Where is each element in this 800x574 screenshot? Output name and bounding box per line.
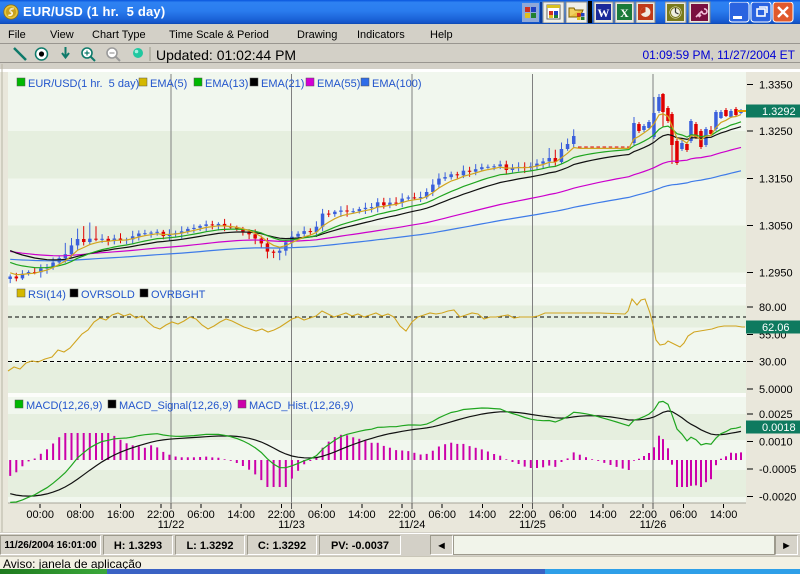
svg-text:14:00: 14:00 — [348, 509, 376, 521]
svg-text:MACD_Signal(12,26,9): MACD_Signal(12,26,9) — [119, 400, 232, 412]
svg-text:1.3250: 1.3250 — [759, 126, 793, 138]
svg-text:1.3292: 1.3292 — [762, 106, 796, 118]
svg-text:11/23: 11/23 — [278, 519, 305, 531]
svg-text:OVRBGHT: OVRBGHT — [151, 289, 206, 301]
svg-text:11/26: 11/26 — [640, 519, 667, 531]
svg-text:5.0000: 5.0000 — [759, 384, 793, 396]
svg-text:1.3050: 1.3050 — [759, 221, 793, 233]
svg-text:EMA(5): EMA(5) — [150, 78, 187, 90]
svg-text:80.00: 80.00 — [759, 302, 787, 314]
svg-text:-0.0020: -0.0020 — [759, 492, 796, 504]
svg-text:06:00: 06:00 — [428, 509, 456, 521]
svg-text:OVRSOLD: OVRSOLD — [81, 289, 135, 301]
svg-text:EUR/USD(1 hr. 5 day): EUR/USD(1 hr. 5 day) — [28, 78, 139, 90]
svg-text:11/25: 11/25 — [519, 519, 546, 531]
svg-text:11/22: 11/22 — [158, 519, 185, 531]
svg-text:06:00: 06:00 — [670, 509, 698, 521]
svg-text:RSI(14): RSI(14) — [28, 289, 66, 301]
svg-text:X: X — [620, 6, 629, 20]
svg-text:W: W — [598, 6, 610, 20]
svg-text:EMA(21): EMA(21) — [261, 78, 304, 90]
svg-text:1.3350: 1.3350 — [759, 80, 793, 92]
svg-text:62.06: 62.06 — [762, 322, 790, 334]
svg-text:14:00: 14:00 — [710, 509, 738, 521]
svg-text:00:00: 00:00 — [26, 509, 54, 521]
svg-text:EMA(13): EMA(13) — [205, 78, 248, 90]
svg-text:30.00: 30.00 — [759, 357, 787, 369]
svg-text:16:00: 16:00 — [107, 509, 135, 521]
svg-text:1.2950: 1.2950 — [759, 268, 793, 280]
svg-text:MACD_Hist.(12,26,9): MACD_Hist.(12,26,9) — [249, 400, 354, 412]
svg-text:06:00: 06:00 — [308, 509, 336, 521]
svg-text:14:00: 14:00 — [227, 509, 255, 521]
svg-text:EMA(100): EMA(100) — [372, 78, 422, 90]
svg-text:0.0025: 0.0025 — [759, 409, 793, 421]
svg-text:11/24: 11/24 — [399, 519, 426, 531]
svg-text:0.0018: 0.0018 — [762, 422, 796, 434]
svg-text:MACD(12,26,9): MACD(12,26,9) — [26, 400, 102, 412]
svg-text:06:00: 06:00 — [549, 509, 577, 521]
svg-text:-0.0005: -0.0005 — [759, 464, 796, 476]
svg-text:14:00: 14:00 — [469, 509, 497, 521]
svg-text:0.0010: 0.0010 — [759, 437, 793, 449]
svg-text:1.3150: 1.3150 — [759, 174, 793, 186]
svg-text:08:00: 08:00 — [67, 509, 95, 521]
svg-text:06:00: 06:00 — [187, 509, 215, 521]
svg-text:14:00: 14:00 — [589, 509, 617, 521]
svg-text:EMA(55): EMA(55) — [317, 78, 360, 90]
